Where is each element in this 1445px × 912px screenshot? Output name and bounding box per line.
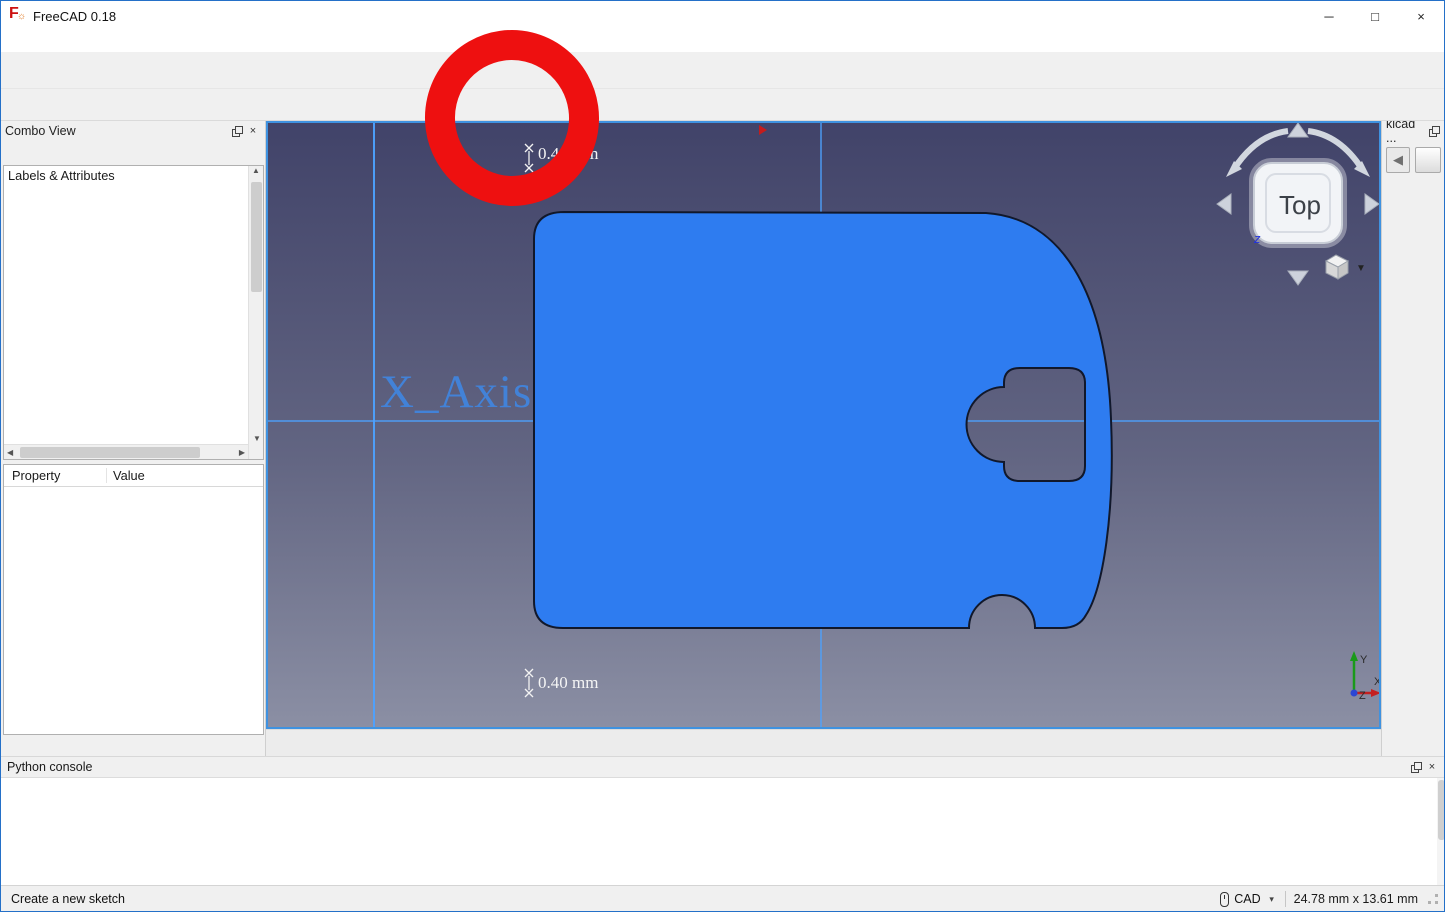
freecad-logo-icon: F☼ (9, 7, 27, 25)
dimension-constraint-top[interactable] (525, 144, 533, 172)
status-message: Create a new sketch (11, 892, 125, 906)
navcube-face-label[interactable]: Top (1256, 165, 1344, 245)
viewport-marker (759, 125, 767, 135)
close-button[interactable]: × (1398, 1, 1444, 31)
document-tab-bar (266, 729, 1381, 756)
tilt-down-arrow-icon (1288, 271, 1308, 285)
model-tree: Labels & Attributes ▲▼ ◀▶ (3, 165, 264, 460)
kicad-back-button[interactable]: ◀ (1386, 147, 1410, 173)
dimension-label-bottom: 0.40 mm (538, 673, 598, 693)
x-axis-label: X_Axis (380, 365, 532, 419)
toolbar-standard (1, 53, 1444, 89)
menu-bar (1, 31, 1444, 53)
console-output[interactable] (1, 778, 1445, 885)
status-bar: Create a new sketch CAD ▾ 24.78 mm x 13.… (1, 885, 1445, 912)
rotate-face-right-arrow-icon (1365, 194, 1379, 214)
console-float-icon[interactable] (1408, 760, 1424, 774)
navcube-mini-cube-icon (1326, 255, 1348, 279)
svg-text:Y: Y (1360, 654, 1368, 666)
axis-indicator-icon: Y X Z (1350, 651, 1381, 702)
panel-float-icon[interactable] (229, 124, 245, 138)
rotate-face-left-arrow-icon (1217, 194, 1231, 214)
svg-text:Z: Z (1359, 690, 1366, 702)
navcube-menu-dropdown[interactable]: ▼ (1356, 263, 1366, 274)
svg-text:X: X (1374, 676, 1381, 688)
tree-vertical-scrollbar[interactable]: ▲▼ (248, 166, 263, 459)
title-bar: F☼ FreeCAD 0.18 ─ □ × (1, 1, 1444, 31)
python-console: Python console × (1, 756, 1445, 885)
property-editor: Property Value (3, 464, 264, 735)
combo-view-panel: Combo View × Labels & Attributes ▲▼ ◀▶ P… (1, 121, 266, 756)
console-scrollbar[interactable] (1437, 778, 1445, 885)
dimension-label-top: 0.40 mm (538, 144, 598, 164)
kicad-partial-button[interactable] (1415, 147, 1441, 173)
value-column-header: Value (107, 468, 145, 483)
kicad-stepup-panel: kicad ... ◀ (1381, 121, 1445, 756)
tree-horizontal-scrollbar[interactable]: ◀▶ (4, 444, 248, 459)
toolbar-workbench (1, 89, 1444, 121)
kicad-panel-title: kicad ... (1386, 121, 1427, 145)
kicad-panel-float-icon[interactable] (1427, 124, 1442, 138)
tilt-up-arrow-icon (1288, 123, 1308, 137)
3d-viewport[interactable]: Y X Z X_Axis 0.40 mm 0.40 mm Top z ▼ (266, 121, 1381, 729)
panel-close-icon[interactable]: × (245, 124, 261, 138)
navcube-z-hint: z (1254, 231, 1261, 246)
freecad-window: F☼ FreeCAD 0.18 ─ □ × Combo View × Label… (0, 0, 1445, 912)
mouse-icon (1220, 892, 1229, 907)
sketch-shape[interactable] (534, 212, 1112, 628)
python-console-title: Python console (7, 760, 92, 774)
minimize-button[interactable]: ─ (1306, 1, 1352, 31)
nav-style-dropdown[interactable]: ▾ (1267, 894, 1277, 905)
property-column-header: Property (4, 468, 107, 483)
nav-style-selector[interactable]: CAD (1234, 892, 1260, 906)
maximize-button[interactable]: □ (1352, 1, 1398, 31)
tree-header: Labels & Attributes (4, 166, 263, 185)
dimension-constraint-bottom[interactable] (525, 669, 533, 697)
cursor-dimensions: 24.78 mm x 13.61 mm (1294, 892, 1418, 906)
combo-view-title: Combo View (5, 124, 76, 138)
window-title: FreeCAD 0.18 (33, 9, 116, 24)
resize-grip[interactable] (1428, 894, 1438, 904)
console-close-icon[interactable]: × (1424, 760, 1440, 774)
